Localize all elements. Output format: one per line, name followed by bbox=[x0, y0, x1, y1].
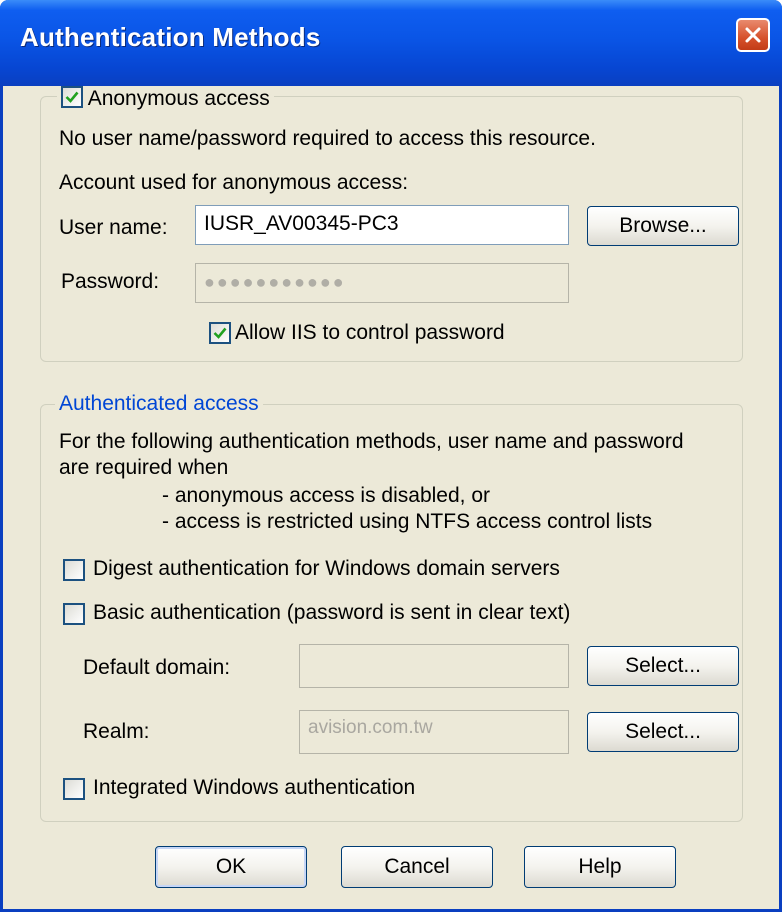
anonymous-access-label[interactable]: Anonymous access bbox=[88, 87, 270, 110]
password-input[interactable]: ●●●●●●●●●●● bbox=[195, 263, 569, 303]
account-label: Account used for anonymous access: bbox=[59, 171, 409, 194]
allow-iis-checkbox[interactable] bbox=[209, 322, 231, 344]
window-title: Authentication Methods bbox=[20, 22, 321, 52]
checkmark-icon bbox=[65, 91, 79, 103]
integrated-auth-checkbox[interactable] bbox=[63, 778, 85, 800]
username-input[interactable]: IUSR_AV00345-PC3 bbox=[195, 205, 569, 245]
password-label: Password: bbox=[61, 270, 160, 293]
close-button[interactable] bbox=[736, 18, 770, 52]
anonymous-access-legend: Anonymous access bbox=[57, 86, 274, 114]
cancel-button[interactable]: Cancel bbox=[341, 846, 493, 888]
digest-auth-checkbox[interactable] bbox=[63, 559, 85, 581]
title-bar[interactable]: Authentication Methods bbox=[0, 0, 782, 86]
digest-auth-label[interactable]: Digest authentication for Windows domain… bbox=[93, 557, 560, 581]
close-icon bbox=[745, 27, 761, 43]
ok-button[interactable]: OK bbox=[155, 846, 307, 888]
select-realm-button[interactable]: Select... bbox=[587, 712, 739, 752]
allow-iis-label[interactable]: Allow IIS to control password bbox=[235, 321, 505, 345]
checkmark-icon bbox=[213, 327, 227, 339]
basic-auth-checkbox[interactable] bbox=[63, 603, 85, 625]
browse-button[interactable]: Browse... bbox=[587, 206, 739, 246]
auth-description-line3: - anonymous access is disabled, or bbox=[162, 484, 490, 507]
auth-description-line4: - access is restricted using NTFS access… bbox=[162, 510, 653, 533]
anonymous-description: No user name/password required to access… bbox=[59, 127, 596, 150]
select-domain-button[interactable]: Select... bbox=[587, 646, 739, 686]
auth-description-line1: For the following authentication methods… bbox=[59, 430, 684, 453]
integrated-auth-label[interactable]: Integrated Windows authentication bbox=[93, 776, 415, 800]
username-label: User name: bbox=[59, 216, 168, 239]
auth-description-line2: are required when bbox=[59, 456, 229, 479]
authentication-methods-dialog: Authentication Methods Anonymous access … bbox=[0, 0, 782, 912]
default-domain-input[interactable] bbox=[299, 644, 569, 688]
realm-label: Realm: bbox=[83, 720, 150, 743]
default-domain-label: Default domain: bbox=[83, 656, 231, 679]
basic-auth-label[interactable]: Basic authentication (password is sent i… bbox=[93, 601, 570, 625]
password-mask: ●●●●●●●●●●● bbox=[204, 272, 346, 292]
realm-input[interactable]: avision.com.tw bbox=[299, 710, 569, 754]
authenticated-access-legend: Authenticated access bbox=[55, 392, 263, 416]
help-button[interactable]: Help bbox=[524, 846, 676, 888]
anonymous-access-checkbox[interactable] bbox=[61, 86, 83, 108]
